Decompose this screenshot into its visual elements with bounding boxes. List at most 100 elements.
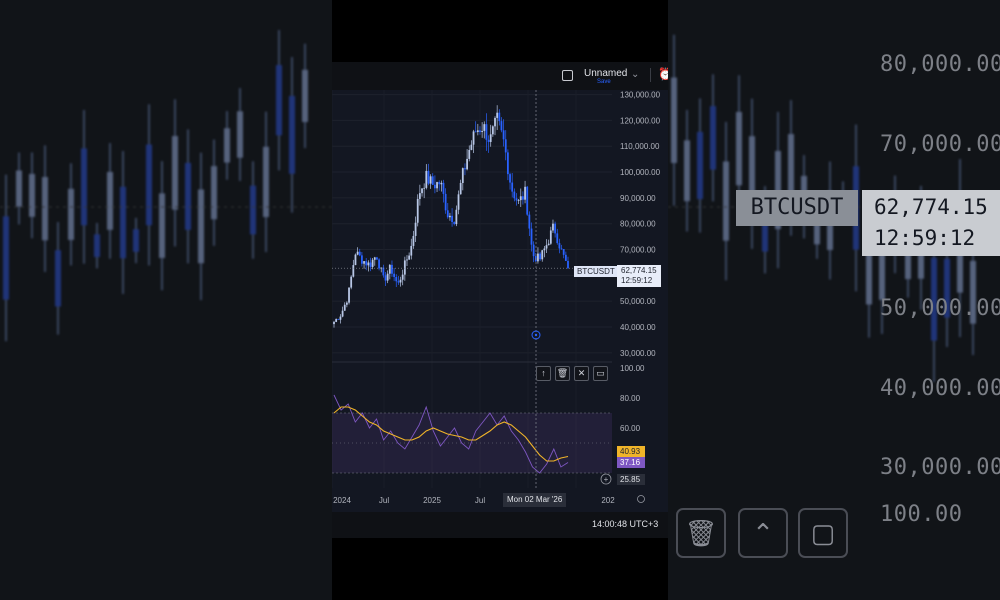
time-tick-label: 202 <box>601 496 615 505</box>
candle-body <box>423 187 426 189</box>
save-link[interactable]: Save <box>597 79 611 85</box>
candle-body <box>376 257 378 260</box>
candle-body <box>464 168 466 170</box>
candle-body <box>547 243 550 246</box>
candle-body <box>481 130 484 132</box>
candle-body <box>403 260 406 275</box>
candle-body <box>567 260 569 269</box>
arrow-up-icon[interactable]: ↑ <box>536 366 551 381</box>
backdrop-candle <box>224 128 230 163</box>
layout-name[interactable]: Unnamed <box>584 68 627 79</box>
candle-body <box>343 304 346 311</box>
candle-body <box>386 273 389 281</box>
collapse-icon[interactable]: ✕ <box>574 366 589 381</box>
price-tick-label: 80,000.00 <box>620 220 656 229</box>
checkbox-icon[interactable] <box>562 70 573 81</box>
candle-body <box>345 302 348 305</box>
phone-screen: Unnamed Save ⌄ ⏰ 130,000.00 120,000.00 110… <box>332 0 668 600</box>
candle-body <box>373 257 376 260</box>
time-tick-label: Jul <box>379 496 389 505</box>
last-price: 62,774.15 <box>621 266 657 275</box>
candle-body <box>496 112 499 118</box>
clock-timezone[interactable]: 14:00:48 UTC+3 <box>592 519 658 529</box>
candle-body <box>459 182 462 195</box>
backdrop-right: 80,000.00 70,000.00 50,000.00 40,000.00 … <box>668 0 1000 600</box>
candle-body <box>367 262 370 266</box>
top-toolbar: Unnamed Save ⌄ ⏰ <box>332 62 668 91</box>
backdrop-price-label: 40,000.00 <box>880 376 1000 401</box>
rsi-value-tag: 37.16 <box>617 457 645 468</box>
backdrop-price: 62,774.15 <box>874 195 988 219</box>
backdrop-fullscreen-icon: ▢ <box>798 508 848 558</box>
candle-body <box>391 264 393 274</box>
candle-body <box>479 130 481 132</box>
time-tick-label: 2025 <box>423 496 441 505</box>
rsi-tick-label: 100.00 <box>620 364 645 373</box>
candle-body <box>515 198 518 201</box>
candle-body <box>537 253 539 262</box>
backdrop-candle <box>94 234 100 258</box>
candle-body <box>382 267 385 276</box>
candle-body <box>408 255 411 260</box>
candle-body <box>371 259 374 267</box>
backdrop-candle <box>710 106 716 170</box>
trash-icon[interactable]: 🗑 <box>555 366 570 381</box>
backdrop-candle <box>68 188 74 240</box>
fullscreen-icon[interactable]: ▭ <box>593 366 608 381</box>
candle-body <box>378 259 380 269</box>
price-tick-label: 110,000.00 <box>620 142 660 151</box>
candle-body <box>489 134 492 142</box>
candle-body <box>487 139 490 142</box>
backdrop-candle <box>723 161 729 241</box>
candle-body <box>421 188 423 194</box>
backdrop-candles-left <box>0 29 332 342</box>
rsi-tick-label: 60.00 <box>620 424 641 433</box>
backdrop-candle <box>16 170 22 207</box>
chevron-down-icon[interactable]: ⌄ <box>631 69 639 80</box>
candle-body <box>442 182 445 194</box>
candle-body <box>427 170 430 184</box>
backdrop-price-label: 50,000.00 <box>880 296 1000 321</box>
backdrop-candle <box>671 77 677 164</box>
backdrop-left <box>0 0 332 600</box>
crosshair-date: Mon 02 Mar '26 <box>503 493 567 507</box>
candle-body <box>440 182 443 185</box>
candle-body <box>539 253 541 260</box>
candle-body <box>543 248 546 251</box>
backdrop-collapse-icon: ⌃ <box>738 508 788 558</box>
backdrop-price-label: 100.00 <box>880 502 963 527</box>
rsi-tick-label: 80.00 <box>620 394 641 403</box>
candle-body <box>474 131 477 133</box>
candle-body <box>429 176 432 184</box>
backdrop-candle <box>302 69 308 123</box>
rsi-cursor-tag: 25.85 <box>617 474 645 485</box>
price-tick-label: 120,000.00 <box>620 116 661 125</box>
backdrop-candle <box>81 148 87 226</box>
candle-body <box>522 196 524 200</box>
candle-body <box>406 259 408 261</box>
candle-body <box>466 158 469 170</box>
candle-body <box>541 250 544 260</box>
candle-body <box>348 287 350 303</box>
backdrop-candle <box>55 250 61 307</box>
price-tick-label: 100,000.00 <box>620 168 661 177</box>
candle-body <box>545 245 548 249</box>
backdrop-price-label: 70,000.00 <box>880 132 1000 157</box>
candle-body <box>498 112 501 122</box>
candle-body <box>502 130 505 140</box>
candle-body <box>401 274 404 280</box>
candle-body <box>511 182 514 192</box>
alarm-clock-icon[interactable]: ⏰ <box>658 67 668 81</box>
candle-body <box>339 316 342 320</box>
candle-body <box>352 265 355 277</box>
candle-body <box>491 126 494 135</box>
backdrop-candle <box>172 136 178 210</box>
candle-body <box>438 182 441 185</box>
candle-body <box>431 176 434 185</box>
candle-body <box>453 221 456 225</box>
candle-body <box>500 121 503 131</box>
time-tick-label: Jul <box>475 496 485 505</box>
candle-body <box>457 194 460 210</box>
candle-body <box>468 149 471 159</box>
candle-body <box>513 191 516 199</box>
